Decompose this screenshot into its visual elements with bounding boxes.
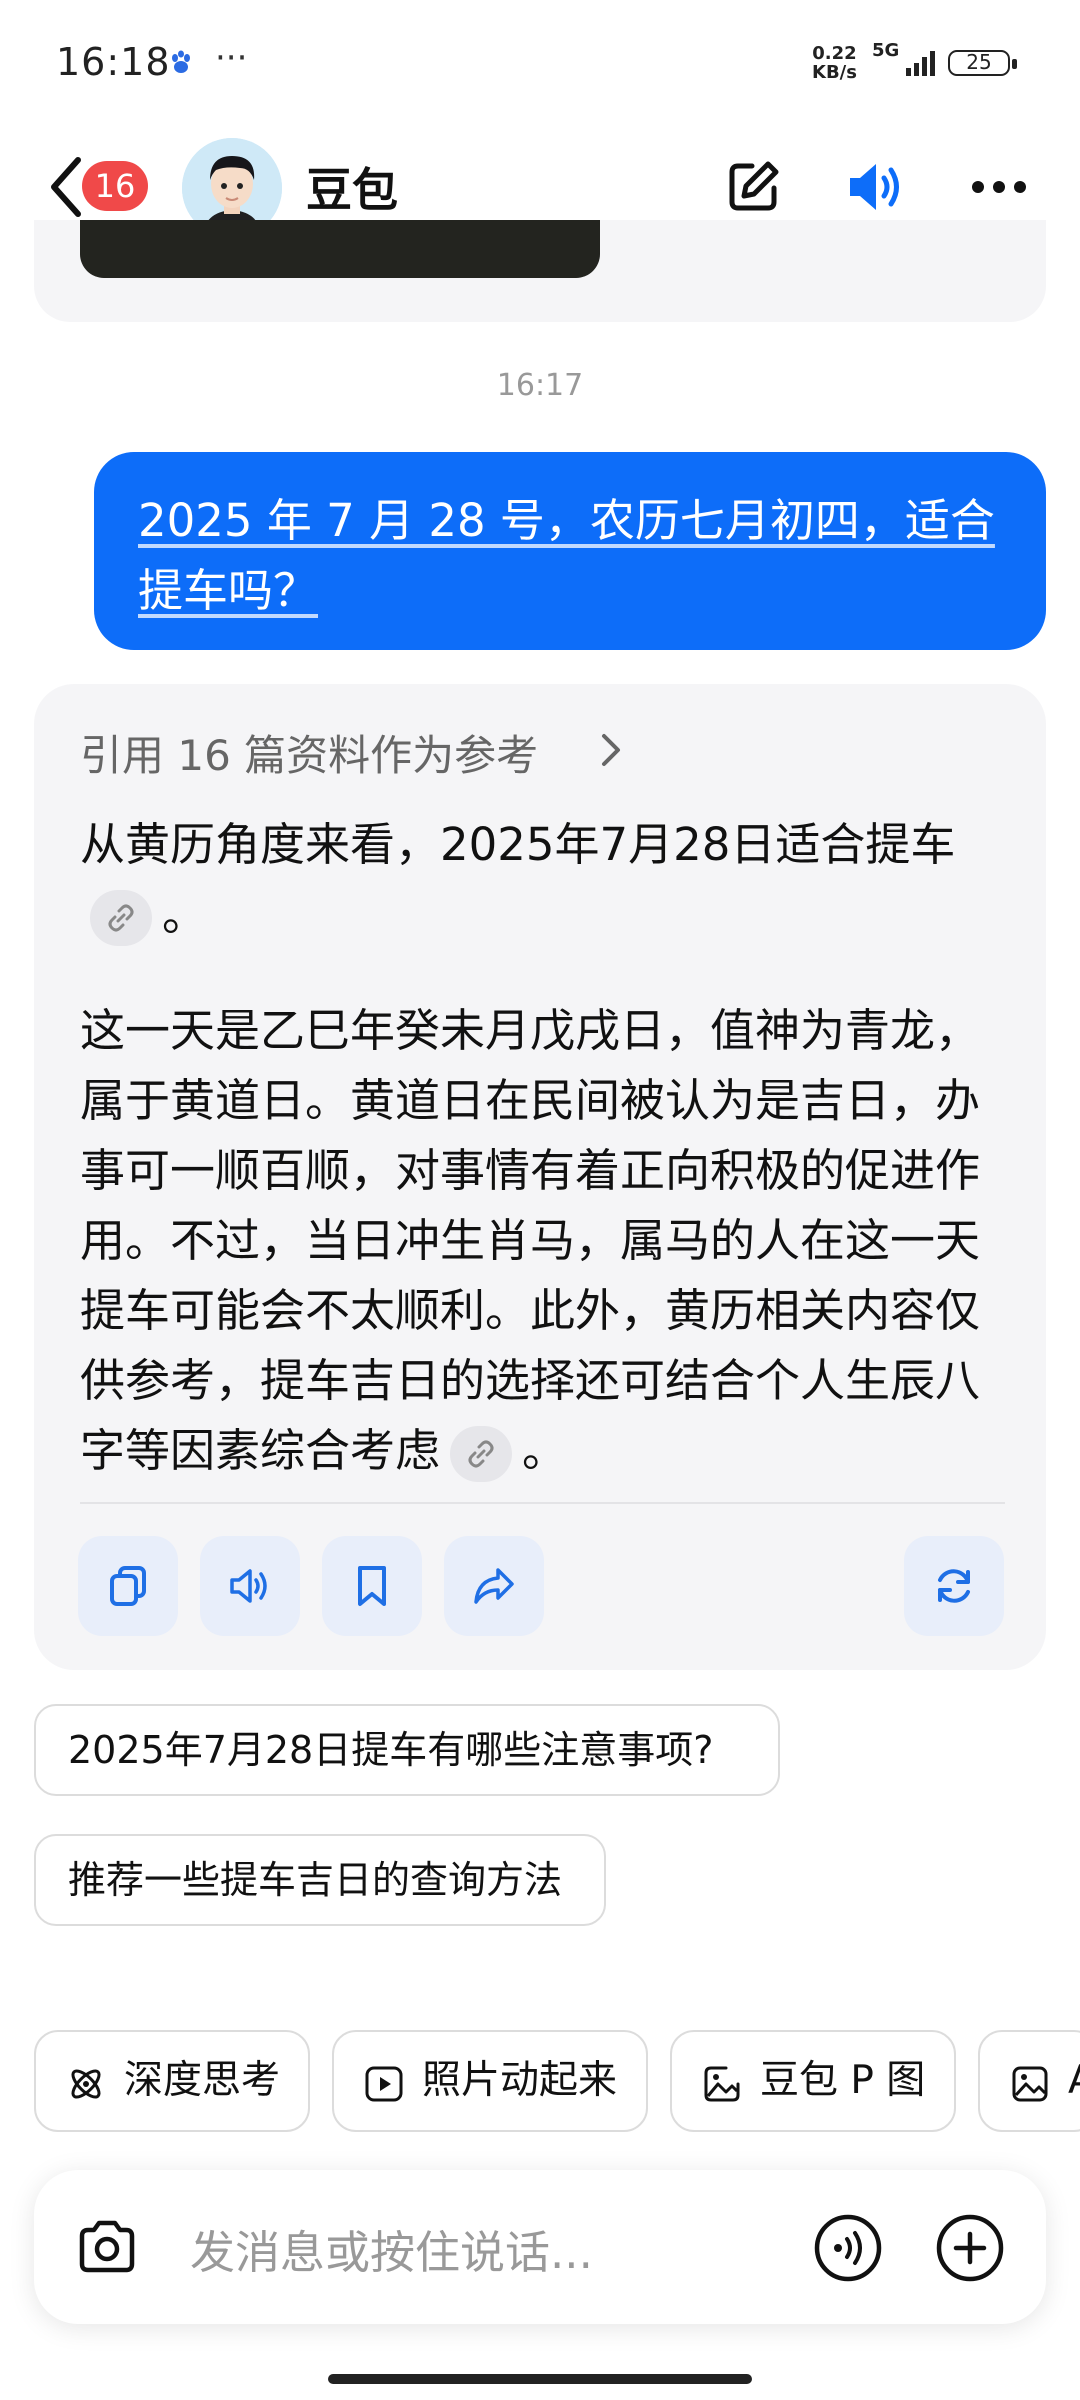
edit-icon[interactable] — [722, 156, 784, 218]
chat-title: 豆包 — [306, 163, 398, 217]
message-timestamp: 16:17 — [496, 368, 584, 403]
link-icon — [468, 1440, 494, 1468]
more-icon[interactable] — [968, 156, 1030, 218]
user-message-text: 2025 年 7 月 28 号，农历七月初四，适合提车吗？ — [138, 494, 995, 617]
chip-deep-think[interactable]: 深度思考 — [34, 2030, 310, 2132]
chevron-right-icon[interactable] — [596, 730, 624, 770]
play-icon — [365, 2066, 403, 2102]
bookmark-button[interactable] — [322, 1536, 422, 1636]
unread-badge: 16 — [82, 161, 148, 211]
status-bar: 16:18 ··· 0.22 KB/s 5G 25 — [0, 0, 1080, 120]
network-speed-value: 0.22 — [812, 43, 857, 64]
image-icon — [1012, 2066, 1048, 2102]
suggestion-1[interactable]: 2025年7月28日提车有哪些注意事项? — [34, 1704, 780, 1796]
status-time: 16:18 — [56, 40, 171, 84]
answer-paragraph-1-end: 。 — [162, 888, 208, 941]
more-notifications-icon: ··· — [215, 38, 248, 78]
plus-icon[interactable] — [934, 2212, 1006, 2284]
speaker-icon[interactable] — [844, 156, 906, 218]
back-arrow-icon[interactable] — [46, 152, 86, 222]
reference-link[interactable]: 引用 16 篇资料作为参考 — [80, 722, 538, 783]
answer-paragraph-1-text: 从黄历角度来看，2025年7月28日适合提车 — [80, 818, 956, 871]
citation-link-chip[interactable] — [450, 1426, 513, 1482]
bookmark-icon — [358, 1566, 386, 1606]
home-indicator[interactable] — [328, 2374, 752, 2384]
share-button[interactable] — [444, 1536, 544, 1636]
chip-animate-photo-label: 照片动起来 — [422, 2058, 618, 2103]
signal-icon — [906, 51, 935, 76]
read-aloud-button[interactable] — [200, 1536, 300, 1636]
battery-tip — [1012, 59, 1017, 69]
answer-paragraph-1: 从黄历角度来看，2025年7月28日适合提车。 — [80, 810, 1010, 950]
share-arrow-icon — [474, 1568, 514, 1604]
network-speed-unit: KB/s — [812, 62, 857, 83]
chip-photo-edit-label: 豆包 P 图 — [760, 2058, 926, 2103]
chip-animate-photo[interactable]: 照片动起来 — [332, 2030, 648, 2132]
message-input[interactable]: 发消息或按住说话... — [190, 2216, 593, 2281]
speaker-outline-icon — [230, 1569, 267, 1603]
image-edit-icon — [704, 2066, 740, 2102]
answer-divider — [80, 1502, 1005, 1504]
previous-message-image[interactable] — [80, 220, 600, 278]
chip-image[interactable]: A — [978, 2030, 1080, 2132]
answer-paragraph-2-end: 。 — [522, 1424, 568, 1477]
chip-image-label: A — [1068, 2032, 1080, 2130]
refresh-icon — [938, 1569, 970, 1603]
answer-paragraph-2: 这一天是乙巳年癸未月戊戌日，值神为青龙，属于黄道日。黄道日在民间被认为是吉日，办… — [80, 996, 1010, 1486]
citation-link-chip[interactable] — [90, 890, 152, 946]
baidu-paw-icon — [172, 50, 190, 73]
message-input-placeholder: 发消息或按住说话... — [190, 2226, 593, 2279]
battery-icon: 25 — [948, 50, 1010, 76]
chip-deep-think-label: 深度思考 — [124, 2058, 281, 2103]
chip-photo-edit[interactable]: 豆包 P 图 — [670, 2030, 956, 2132]
suggestion-2[interactable]: 推荐一些提车吉日的查询方法 — [34, 1834, 606, 1926]
camera-icon[interactable] — [74, 2214, 140, 2280]
copy-icon — [110, 1566, 146, 1606]
link-icon — [108, 904, 134, 932]
network-speed: 0.22 KB/s — [812, 44, 857, 82]
regenerate-button[interactable] — [904, 1536, 1004, 1636]
voice-input-icon[interactable] — [812, 2212, 884, 2284]
answer-paragraph-2-text: 这一天是乙巳年癸未月戊戌日，值神为青龙，属于黄道日。黄道日在民间被认为是吉日，办… — [80, 1004, 981, 1477]
copy-button[interactable] — [78, 1536, 178, 1636]
atom-icon — [71, 2069, 101, 2099]
